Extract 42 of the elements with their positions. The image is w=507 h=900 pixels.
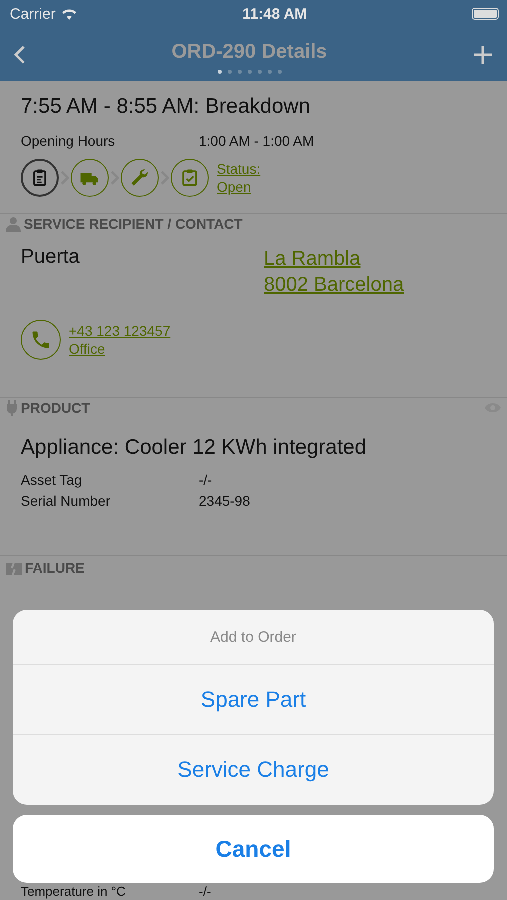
field-value: -/- — [199, 472, 214, 488]
status-link[interactable]: Status: Open — [217, 160, 261, 196]
contact-name: Puerta — [21, 246, 81, 270]
section-header: FAILURE — [25, 560, 86, 576]
page-dot[interactable] — [248, 70, 252, 74]
phone-link[interactable]: +43 123 123457 — [69, 322, 171, 340]
battery-icon — [472, 8, 499, 20]
workflow-step[interactable] — [21, 159, 59, 197]
phone-icon — [30, 329, 52, 351]
field-value: 1:00 AM - 1:00 AM — [199, 133, 316, 149]
address-link[interactable]: La Rambla 8002 Barcelona — [264, 246, 486, 298]
action-button[interactable]: Service Charge — [13, 735, 494, 805]
back-icon[interactable] — [14, 44, 26, 64]
product-title: Appliance: Cooler 12 KWh integrated — [21, 436, 368, 460]
action-button[interactable]: Spare Part — [13, 665, 494, 735]
phone-type-link[interactable]: Office — [69, 340, 171, 358]
section-header: PRODUCT — [21, 400, 92, 416]
field-label: Opening Hours — [21, 133, 116, 149]
failure-icon — [6, 561, 22, 575]
plug-icon — [6, 400, 18, 416]
page-dot[interactable] — [268, 70, 272, 74]
page-dot[interactable] — [258, 70, 262, 74]
wifi-icon — [60, 8, 78, 20]
person-icon — [6, 216, 21, 232]
page-dot[interactable] — [238, 70, 242, 74]
carrier-label: Carrier — [10, 6, 56, 22]
field-value: 2345-98 — [199, 493, 252, 509]
page-dot[interactable] — [228, 70, 232, 74]
appointment-title: 7:55 AM - 8:55 AM: Breakdown — [21, 95, 312, 119]
field-label: Temperature in °C — [21, 885, 127, 898]
action-sheet-title: Add to Order — [13, 610, 494, 665]
section-header: SERVICE RECIPIENT / CONTACT — [24, 216, 244, 232]
phone-button[interactable] — [21, 320, 61, 360]
status-time: 11:48 AM — [242, 6, 308, 22]
add-icon[interactable] — [473, 44, 493, 64]
cancel-button[interactable]: Cancel — [13, 815, 494, 883]
screen-title: ORD-290 Details — [172, 41, 328, 64]
field-value: -/- — [199, 885, 212, 898]
page-dot[interactable] — [218, 70, 222, 74]
page-dot[interactable] — [278, 70, 282, 74]
field-label: Asset Tag — [21, 472, 84, 488]
field-label: Serial Number — [21, 493, 112, 509]
